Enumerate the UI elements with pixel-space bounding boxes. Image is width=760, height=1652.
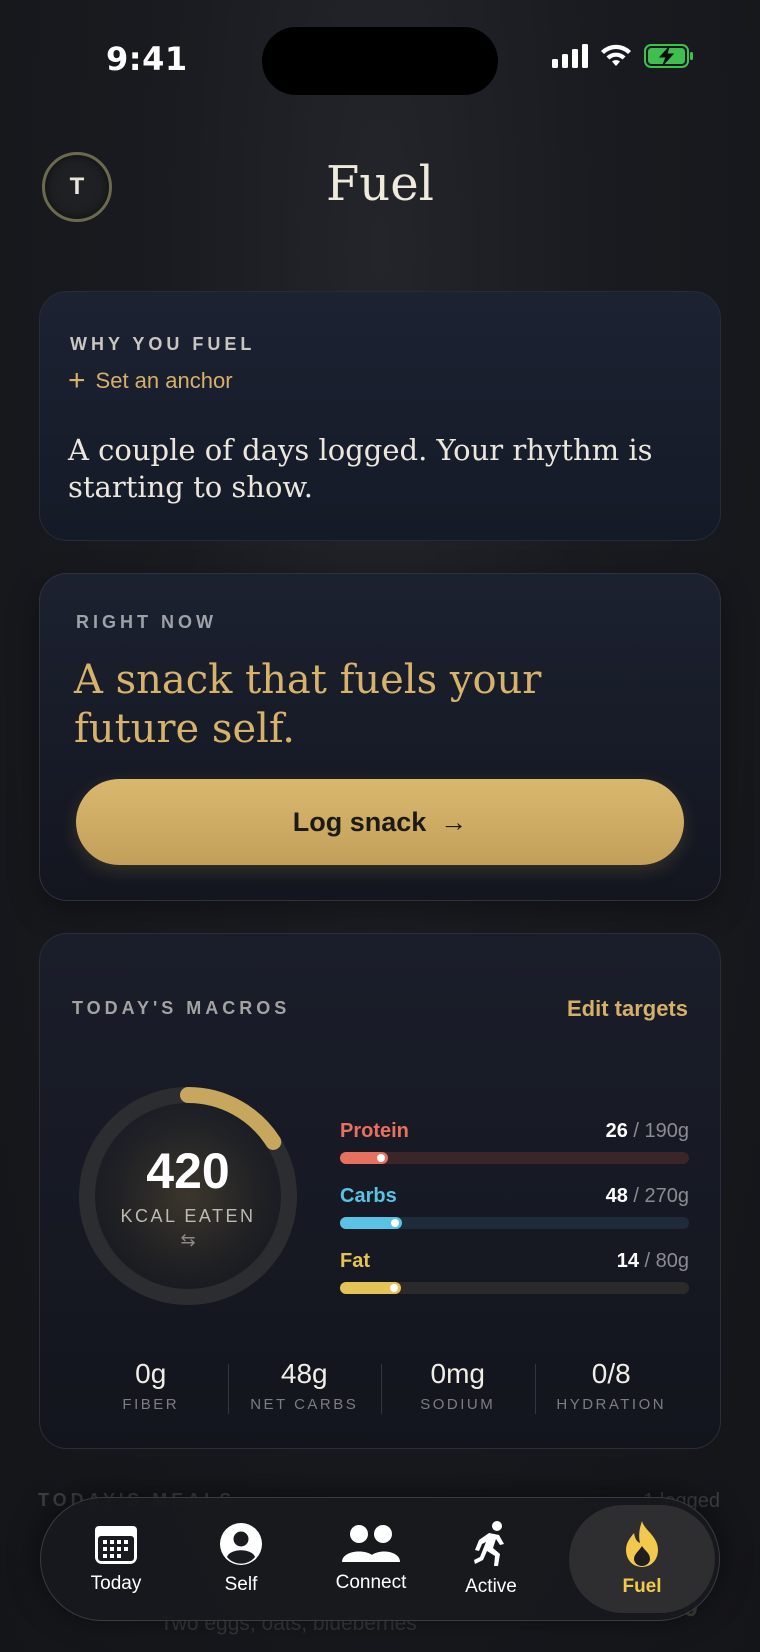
why-you-fuel-card: WHY YOU FUEL + Set an anchor A couple of…: [39, 291, 721, 541]
right-now-card: RIGHT NOW A snack that fuels your future…: [39, 573, 721, 901]
macro-bar-track: [340, 1152, 689, 1164]
battery-charging-icon: [644, 44, 693, 68]
log-snack-label: Log snack: [292, 806, 427, 837]
tab-self[interactable]: Self: [186, 1498, 296, 1620]
why-body-text: A couple of days logged. Your rhythm is …: [68, 433, 653, 504]
tab-label: Fuel: [622, 1576, 662, 1597]
person-icon: [220, 1523, 262, 1565]
people-icon: [342, 1525, 400, 1562]
running-icon: [474, 1521, 504, 1566]
status-time: 9:41: [106, 40, 188, 78]
macro-value: 48: [605, 1185, 628, 1207]
tab-label: Connect: [335, 1572, 407, 1593]
macro-row-protein: Protein 26 / 190g: [340, 1120, 689, 1164]
macro-name: Carbs: [340, 1185, 397, 1207]
macro-target: / 190g: [627, 1120, 689, 1142]
kcal-value: 420: [146, 1143, 230, 1199]
stat-fiber: 0g FIBER: [74, 1358, 228, 1420]
right-now-label: RIGHT NOW: [76, 612, 217, 632]
macro-target: / 80g: [638, 1250, 690, 1272]
swap-icon[interactable]: ⇆: [76, 1230, 300, 1251]
macro-row-carbs: Carbs 48 / 270g: [340, 1185, 689, 1229]
tab-active[interactable]: Active: [436, 1498, 546, 1620]
status-icons: [552, 44, 694, 68]
edit-targets-link[interactable]: Edit targets: [567, 996, 688, 1022]
stat-label: HYDRATION: [556, 1396, 667, 1413]
macro-row-fat: Fat 14 / 80g: [340, 1250, 689, 1294]
tab-label: Active: [465, 1576, 517, 1597]
tab-today[interactable]: Today: [61, 1498, 171, 1620]
tab-label: Today: [90, 1573, 142, 1594]
macro-bar-track: [340, 1217, 689, 1229]
stat-value: 48g: [280, 1358, 328, 1389]
todays-macros-card: TODAY'S MACROS Edit targets 420 KCAL EAT…: [39, 933, 721, 1449]
right-now-headline: A snack that fuels your future self.: [74, 657, 542, 752]
macro-name: Protein: [340, 1120, 409, 1142]
tab-connect[interactable]: Connect: [306, 1498, 436, 1620]
plus-icon: +: [68, 364, 86, 397]
stat-label: FIBER: [122, 1396, 180, 1413]
stat-value: 0mg: [430, 1358, 485, 1389]
stat-label: SODIUM: [420, 1396, 496, 1413]
kcal-label: KCAL EATEN: [120, 1206, 256, 1226]
stat-net-carbs: 48g NET CARBS: [227, 1358, 382, 1420]
macro-bar-dot: [390, 1284, 399, 1292]
kcal-ring[interactable]: 420 KCAL EATEN ⇆: [76, 1084, 300, 1308]
macro-bar-track: [340, 1282, 689, 1294]
page-title: Fuel: [326, 156, 434, 212]
flame-icon: [626, 1521, 658, 1567]
stat-sodium: 0mg SODIUM: [381, 1358, 535, 1420]
tab-bar: Today Self Connect Active Fuel: [40, 1497, 720, 1621]
log-snack-button[interactable]: Log snack →: [76, 779, 684, 865]
macro-value: 26: [605, 1120, 628, 1142]
macros-label: TODAY'S MACROS: [72, 998, 291, 1018]
tab-label: Self: [224, 1574, 258, 1595]
macro-bar-dot: [376, 1154, 385, 1162]
macro-name: Fat: [340, 1250, 370, 1272]
stat-hydration[interactable]: 0/8 HYDRATION: [534, 1358, 689, 1420]
stat-value: 0g: [135, 1358, 167, 1389]
set-anchor-link[interactable]: + Set an anchor: [68, 364, 233, 397]
macro-stats: 0g FIBER 48g NET CARBS 0mg SODIUM 0/8 HY…: [74, 1358, 688, 1420]
tab-fuel[interactable]: Fuel: [569, 1505, 715, 1613]
why-label: WHY YOU FUEL: [70, 334, 256, 354]
set-anchor-label: Set an anchor: [95, 368, 233, 393]
arrow-right-icon: →: [440, 806, 468, 837]
signal-icon: [552, 44, 588, 68]
wifi-icon: [601, 44, 631, 66]
stat-label: NET CARBS: [250, 1396, 359, 1413]
dynamic-island: [262, 27, 498, 95]
calendar-icon: [95, 1526, 137, 1564]
macro-value: 14: [616, 1250, 639, 1272]
stat-value: 0/8: [591, 1358, 631, 1389]
macro-target: / 270g: [627, 1185, 689, 1207]
